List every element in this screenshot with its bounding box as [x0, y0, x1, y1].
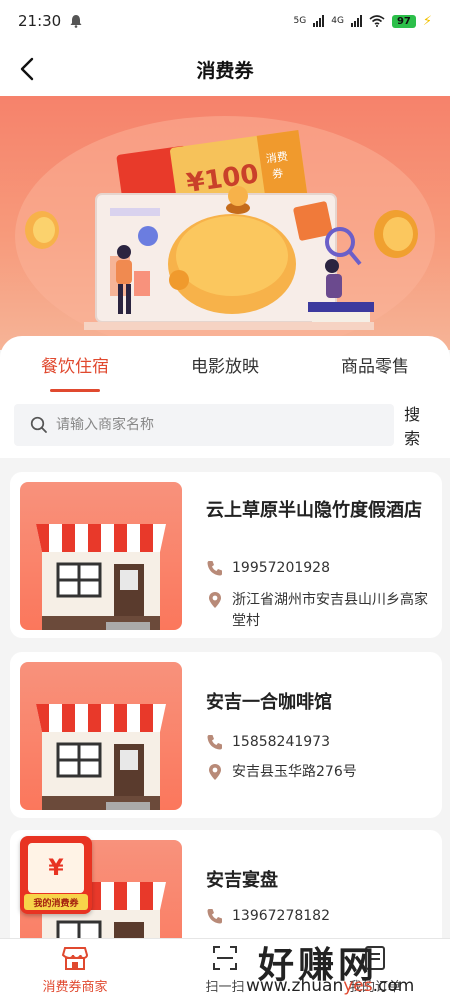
merchant-name: 安吉一合咖啡馆: [206, 692, 332, 713]
nav-scan[interactable]: 扫一扫: [150, 939, 300, 1000]
merchant-phone-row[interactable]: 15858241973: [206, 732, 436, 753]
phone-icon: [207, 735, 222, 750]
phone-icon: [207, 909, 222, 924]
wifi-icon: [369, 15, 385, 27]
merchant-address-row: 安吉县玉华路276号: [206, 762, 436, 783]
merchant-phone-row[interactable]: 19957201928: [206, 558, 436, 579]
scan-icon: [213, 946, 237, 970]
promo-banner: ¥100 消费 券: [0, 96, 450, 350]
search-input[interactable]: [56, 417, 356, 433]
phone-icon: [207, 561, 222, 576]
nav-orders[interactable]: 我的订单: [300, 939, 450, 1000]
location-pin-icon: [209, 764, 221, 780]
tab-retail[interactable]: 商品零售: [300, 336, 450, 392]
store-thumbnail: [20, 662, 182, 810]
back-arrow-icon[interactable]: [16, 56, 40, 82]
storefront-icon: [36, 704, 166, 810]
my-coupons-floating-button[interactable]: ¥ 我的消费券: [20, 836, 92, 914]
network-5g-label: 5G: [293, 16, 307, 26]
merchant-name: 云上草原半山隐竹度假酒店: [206, 500, 422, 521]
search-icon: [30, 416, 47, 433]
category-tabs: 餐饮住宿 电影放映 商品零售: [0, 336, 450, 392]
merchant-card[interactable]: 云上草原半山隐竹度假酒店 19957201928 浙江省湖州市安吉县山川乡高家堂…: [10, 472, 442, 638]
nav-merchants[interactable]: 消费券商家: [0, 939, 150, 1000]
order-icon: [365, 946, 385, 970]
page-title: 消费券: [196, 59, 254, 82]
network-4g-label: 4G: [331, 16, 344, 26]
tab-movie[interactable]: 电影放映: [150, 336, 300, 392]
header-bar: 消费券: [0, 42, 450, 96]
banner-illustration: ¥100 消费 券: [15, 116, 435, 350]
merchant-phone: 13967278182: [232, 908, 330, 924]
shop-icon: [61, 947, 89, 970]
status-icons: 5G 4G 97 ⚡: [294, 14, 432, 29]
signal-icon: [313, 15, 325, 27]
battery-icon: 97: [391, 14, 416, 28]
merchant-address: 浙江省湖州市安吉县山川乡高家堂村: [232, 592, 428, 629]
merchant-address-row: 浙江省湖州市安吉县山川乡高家堂村: [206, 590, 436, 632]
signal-icon-2: [350, 15, 362, 27]
location-pin-icon: [209, 592, 221, 608]
search-button[interactable]: 搜索: [404, 401, 436, 449]
tab-dining-lodging[interactable]: 餐饮住宿: [0, 336, 150, 392]
storefront-icon: [36, 524, 166, 630]
merchant-address: 安吉县玉华路276号: [232, 764, 357, 780]
svg-text:券: 券: [271, 166, 284, 181]
merchant-name: 安吉宴盘: [206, 870, 278, 891]
coupon-yen-icon: ¥: [28, 843, 84, 893]
status-time: 21:30: [18, 12, 62, 30]
notification-icon: [70, 15, 82, 28]
status-bar: 21:30 5G 4G 97 ⚡: [0, 0, 450, 42]
my-coupons-label: 我的消费券: [24, 894, 88, 910]
merchant-card[interactable]: 安吉一合咖啡馆 15858241973 安吉县玉华路276号: [10, 652, 442, 818]
charging-icon: ⚡: [422, 13, 432, 29]
merchant-phone: 19957201928: [232, 560, 330, 576]
merchant-phone-row[interactable]: 13967278182: [206, 906, 436, 927]
search-box[interactable]: [14, 404, 395, 446]
bottom-nav: 消费券商家 扫一扫 我的订单: [0, 938, 450, 1000]
merchant-phone: 15858241973: [232, 734, 330, 750]
store-thumbnail: [20, 482, 182, 630]
search-row: 搜索: [0, 392, 450, 458]
